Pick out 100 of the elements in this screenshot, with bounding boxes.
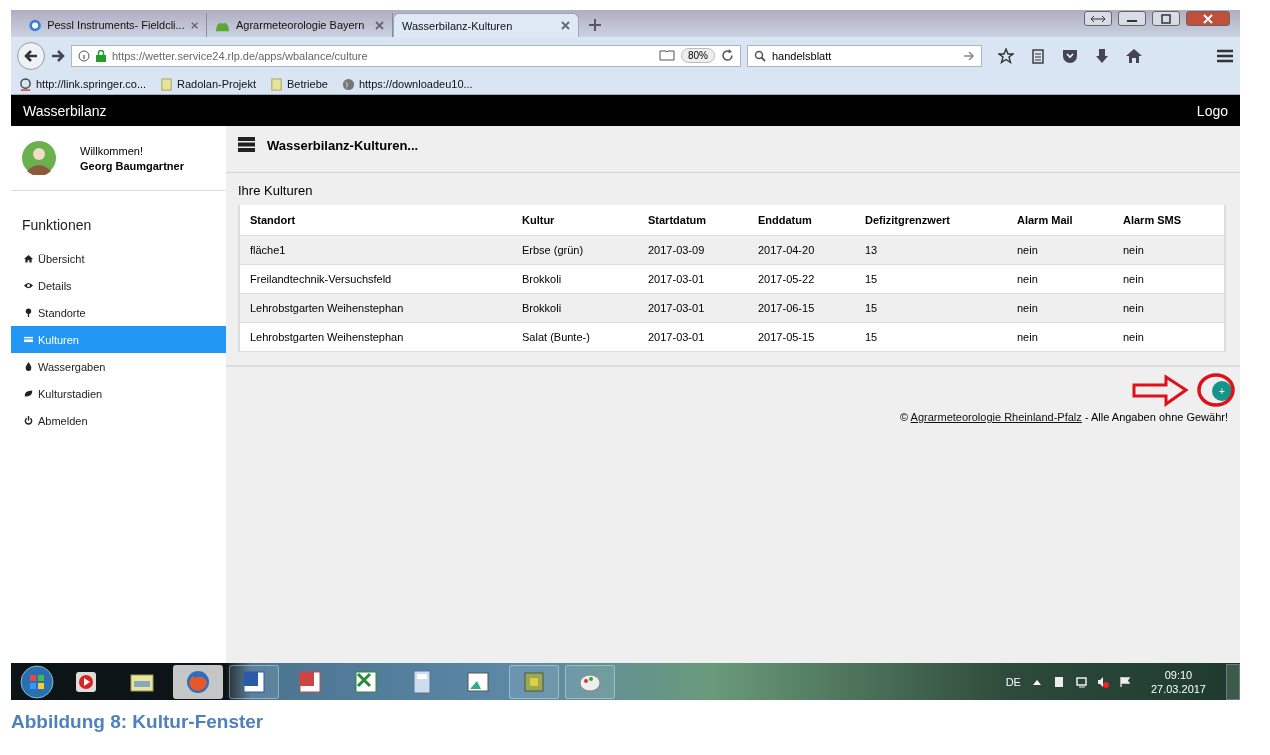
- table-cell-text: nein: [1016, 302, 1039, 314]
- search-icon: [754, 49, 766, 62]
- sidebar-item[interactable]: Standorte: [11, 299, 226, 326]
- show-desktop-button[interactable]: [1226, 663, 1240, 700]
- resize-button[interactable]: [1084, 11, 1112, 26]
- figure-caption: Abbildung 8: Kultur-Fenster: [11, 711, 264, 733]
- zoom-level[interactable]: 80%: [681, 48, 715, 63]
- table-cell-text: nein: [1122, 302, 1145, 314]
- back-arrow-icon: [24, 48, 38, 63]
- minimize-button[interactable]: [1118, 11, 1146, 26]
- reader-view-icon[interactable]: [659, 49, 675, 62]
- table-cell-text: Salat (Bunte-): [521, 331, 591, 343]
- table-cell-text: Brokkoli: [521, 302, 563, 314]
- map-pin-icon: [24, 308, 33, 317]
- language-indicator[interactable]: DE: [1005, 675, 1021, 688]
- taskbar-app-button[interactable]: [173, 664, 223, 699]
- table-cell-text: Brokkoli: [521, 273, 563, 285]
- home-icon: [24, 254, 33, 263]
- url-text: https://wetter.service24.rlp.de/apps/wbalance/culture: [112, 49, 369, 62]
- table-cell-text: 2017-03-01: [647, 273, 706, 285]
- table-cell-text: nein: [1016, 244, 1039, 256]
- column-header: Defizitgrenzwert: [864, 214, 951, 226]
- footer-text: © Agrarmeteorologie Rheinland-Pfalz - Alle Angaben ohne Gewähr!: [900, 411, 1228, 423]
- arrow-right-icon[interactable]: [963, 50, 975, 61]
- table-cell-text: 2017-06-15: [757, 302, 816, 314]
- table-cell-text: 15: [864, 302, 879, 314]
- bookmark-item[interactable]: Betriebe: [269, 77, 328, 91]
- logo-text: Logo: [1196, 102, 1228, 119]
- taskbar-app-button[interactable]: [229, 664, 279, 699]
- square-icon: [1161, 13, 1171, 24]
- double-arrow-icon: [1090, 14, 1106, 23]
- spreadsheet-icon: [353, 668, 379, 695]
- reload-icon[interactable]: [721, 49, 734, 62]
- flag-icon[interactable]: [1118, 675, 1131, 688]
- table-cell-text: Lehrobstgarten Weihenstephan: [249, 302, 405, 314]
- star-icon[interactable]: [998, 47, 1014, 64]
- close-icon[interactable]: [190, 20, 198, 30]
- close-icon[interactable]: [375, 20, 384, 30]
- sidebar-item[interactable]: Wassergaben: [11, 353, 226, 380]
- table-cell-text: nein: [1016, 331, 1039, 343]
- lock-icon: [96, 49, 106, 62]
- clock-date[interactable]: 27.03.2017: [1150, 682, 1206, 695]
- sidebar-item[interactable]: Kulturstadien: [11, 380, 226, 407]
- browser-tab[interactable]: Wasserbilanz-Kulturen: [393, 13, 579, 37]
- folder-icon: [269, 77, 283, 91]
- table-cell-text: nein: [1122, 273, 1145, 285]
- column-header: Alarm SMS: [1122, 214, 1183, 226]
- card-icon: [24, 335, 33, 344]
- back-button[interactable]: [17, 41, 45, 70]
- address-bar[interactable]: https://wetter.service24.rlp.de/apps/wbalance/culture 80%: [71, 44, 741, 67]
- download-icon[interactable]: [1094, 47, 1110, 64]
- table-cell-text: Lehrobstgarten Weihenstephan: [249, 331, 405, 343]
- page-title: Wasserbilanz-Kulturen...: [267, 137, 419, 153]
- bookmark-item[interactable]: https://downloadeu10...: [341, 77, 473, 91]
- table-cell-text: nein: [1122, 244, 1145, 256]
- eye-icon: [24, 281, 33, 290]
- section-title: Ihre Kulturen: [237, 182, 314, 200]
- restore-button[interactable]: [1152, 11, 1180, 26]
- close-button[interactable]: [1186, 11, 1230, 26]
- sidebar-heading: Funktionen: [21, 216, 93, 235]
- table-cell-text: 2017-03-09: [647, 244, 706, 256]
- table-cell-text: nein: [1016, 273, 1039, 285]
- footer-link[interactable]: Agrarmeteorologie Rheinland-Pfalz: [910, 411, 1082, 423]
- sidebar-item[interactable]: Übersicht: [11, 245, 226, 272]
- network-icon[interactable]: [1074, 675, 1087, 688]
- column-header: Enddatum: [757, 214, 813, 226]
- sidebar-item[interactable]: Details: [11, 272, 226, 299]
- close-icon[interactable]: [561, 21, 570, 30]
- table-cell-text: Erbse (grün): [521, 244, 585, 256]
- user-name: Georg Baumgartner: [80, 159, 184, 172]
- table-cell-text: 2017-05-22: [757, 273, 816, 285]
- drop-icon: [24, 362, 33, 371]
- column-header: Alarm Mail: [1016, 214, 1074, 226]
- bookmark-item[interactable]: Radolan-Projekt: [160, 77, 256, 91]
- info-icon[interactable]: [78, 49, 90, 62]
- bookmark-item[interactable]: http://link.springer.co...: [19, 77, 147, 91]
- welcome-text: Willkommen!: [80, 144, 144, 157]
- power-icon: [24, 416, 33, 425]
- column-header: Standort: [249, 214, 297, 226]
- globe-icon: [29, 17, 42, 33]
- table-cell-text: 2017-03-01: [647, 331, 706, 343]
- start-button-icon[interactable]: [19, 663, 55, 700]
- app-title: Wasserbilanz: [23, 102, 107, 119]
- browser-icon: [185, 668, 211, 695]
- clock-time[interactable]: 09:10: [1164, 668, 1193, 681]
- muted-speaker-icon[interactable]: [1096, 675, 1109, 688]
- word-document-icon: [241, 668, 267, 695]
- menu-icon[interactable]: [1216, 47, 1234, 64]
- add-button[interactable]: +: [1212, 381, 1232, 401]
- plus-icon[interactable]: [589, 19, 601, 31]
- sidebar-item[interactable]: Abmelden: [11, 407, 226, 434]
- home-icon[interactable]: [1126, 47, 1142, 64]
- table-cell-text: 2017-05-15: [757, 331, 816, 343]
- presentation-icon: [297, 668, 323, 695]
- forward-icon[interactable]: [51, 48, 65, 63]
- column-header: Kultur: [521, 214, 556, 226]
- pocket-icon[interactable]: [1062, 47, 1078, 64]
- search-field[interactable]: handelsblatt: [747, 44, 982, 67]
- table-cell-text: nein: [1122, 331, 1145, 343]
- table-cell-text: 2017-03-01: [647, 302, 706, 314]
